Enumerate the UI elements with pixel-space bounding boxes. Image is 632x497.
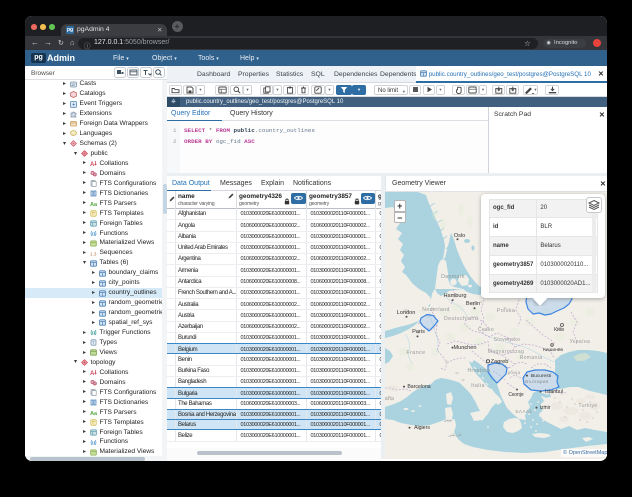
svg-text:Turkiye: Turkiye [578, 403, 597, 409]
svg-text:Hrvatska: Hrvatska [468, 368, 491, 374]
svg-text:Istanbul: Istanbul [545, 389, 563, 395]
svg-text:Zagreb: Zagreb [491, 359, 509, 365]
svg-text:Romania: Romania [520, 355, 543, 361]
svg-text:1.3: 1.3 [90, 251, 97, 256]
svg-text:Polska: Polska [497, 308, 516, 314]
svg-text:Česko: Česko [478, 326, 494, 333]
svg-text:Barcelona: Barcelona [407, 384, 430, 390]
svg-text:تونس: تونس [444, 418, 453, 422]
svg-text:paña: paña [385, 396, 394, 402]
svg-text:Deutschland: Deutschland [444, 316, 478, 322]
svg-text:Munchen: Munchen [453, 345, 476, 351]
svg-text:Aa: Aa [90, 411, 97, 416]
svg-text:Algiers: Algiers [414, 425, 430, 431]
svg-text:България: България [525, 379, 549, 384]
svg-text:Slovensko: Slovensko [494, 337, 521, 343]
svg-text:A: A [90, 162, 95, 167]
svg-text:Київ: Київ [554, 327, 564, 333]
svg-text:ΕΛΛΑΣ: ΕΛΛΑΣ [515, 409, 532, 414]
svg-text:France: France [406, 350, 425, 356]
svg-text:Oslo: Oslo [454, 233, 466, 239]
svg-text:Nederland: Nederland [422, 307, 450, 313]
svg-text:A: A [90, 371, 95, 376]
svg-text:Paris: Paris [412, 329, 425, 335]
svg-text:طرابلس: طرابلس [448, 432, 461, 437]
svg-text:Berlin: Berlin [466, 301, 480, 307]
svg-text:Кишинёв: Кишинёв [543, 347, 563, 353]
svg-text:Izmir: Izmir [540, 405, 551, 411]
svg-text:Danmark: Danmark [441, 274, 465, 280]
svg-text:Скопје: Скопје [508, 392, 523, 398]
svg-text:Hamburg: Hamburg [443, 293, 466, 299]
svg-text:Aa: Aa [90, 202, 97, 207]
svg-text:London: London [397, 310, 416, 316]
svg-text:рбија: рбија [508, 370, 521, 375]
svg-text:T: T [92, 341, 95, 346]
svg-text:Україна: Україна [570, 339, 590, 345]
svg-text:Italia: Italia [471, 383, 485, 389]
